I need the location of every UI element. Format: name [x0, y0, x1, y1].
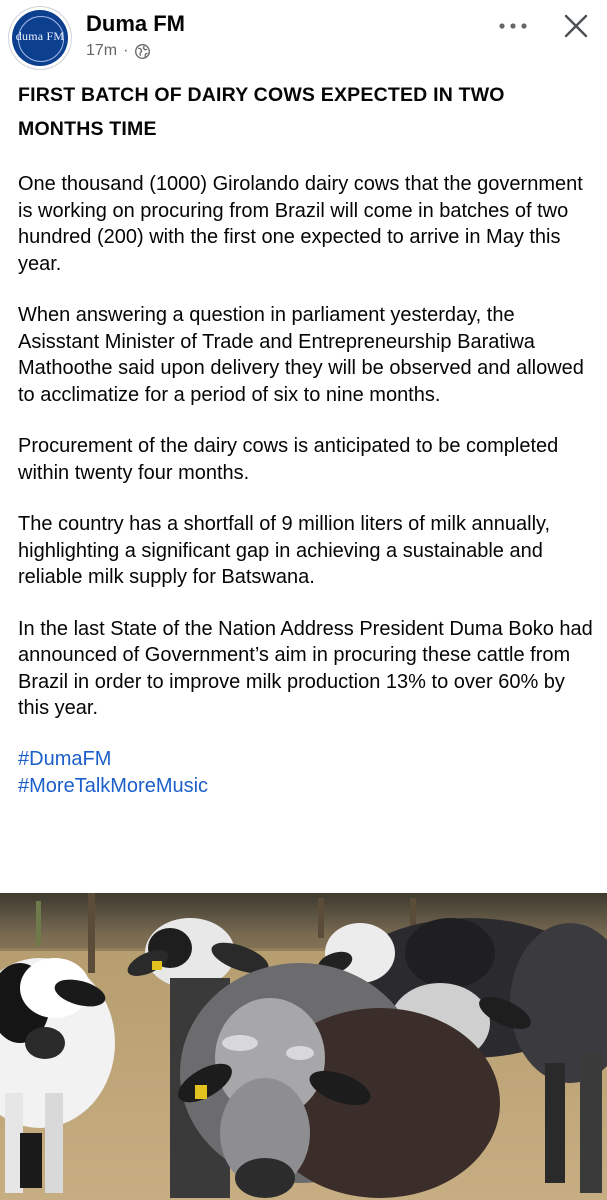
hashtag-moretalkmoremusic[interactable]: #MoreTalkMoreMusic — [18, 773, 593, 800]
ellipsis-icon[interactable] — [497, 18, 529, 34]
cattle-photo — [0, 893, 607, 1200]
post-paragraph: One thousand (1000) Girolando dairy cows… — [18, 173, 583, 275]
hashtag-dumafm[interactable]: #DumaFM — [18, 746, 593, 773]
post-header: duma FM Duma FM 17m · — [0, 0, 607, 74]
post-photo[interactable] — [0, 893, 607, 1200]
post-body: FIRST BATCH OF DAIRY COWS EXPECTED IN TW… — [18, 78, 593, 800]
meta-separator: · — [123, 42, 129, 59]
post-headline: FIRST BATCH OF DAIRY COWS EXPECTED IN TW… — [18, 84, 505, 140]
post-paragraph: In the last State of the Nation Address … — [18, 617, 593, 720]
post-paragraph: Procurement of the dairy cows is anticip… — [18, 435, 559, 484]
post-paragraph: When answering a question in parliament … — [18, 304, 584, 406]
page-name[interactable]: Duma FM — [86, 11, 185, 37]
hashtag-list: #DumaFM #MoreTalkMoreMusic — [18, 746, 593, 800]
post-time[interactable]: 17m — [86, 42, 117, 60]
page-avatar[interactable]: duma FM — [12, 10, 68, 66]
avatar-logo-text: duma FM — [15, 29, 65, 43]
close-icon[interactable] — [562, 12, 590, 40]
globe-icon — [135, 43, 151, 59]
post-meta: 17m · — [86, 42, 151, 60]
post-paragraph: The country has a shortfall of 9 million… — [18, 513, 551, 588]
